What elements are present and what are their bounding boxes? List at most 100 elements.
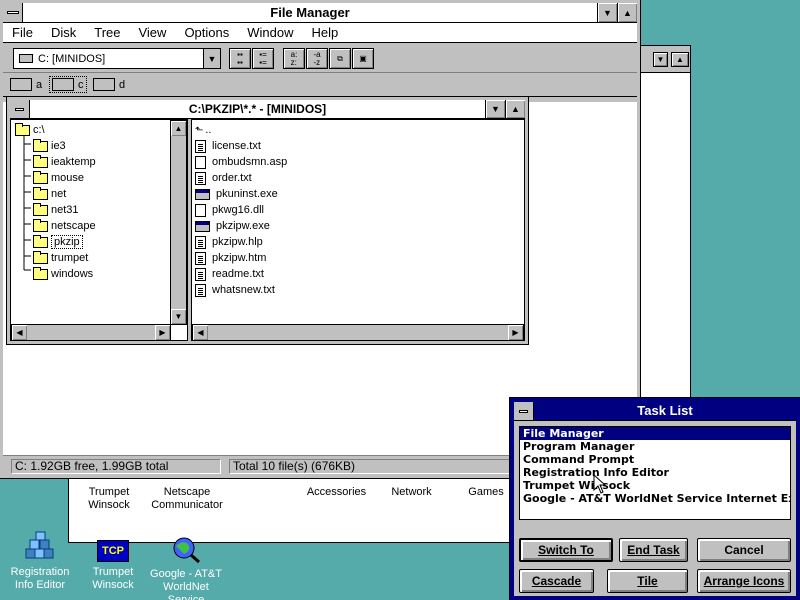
chevron-down-icon[interactable]: ▼ — [653, 51, 668, 67]
folder-icon — [33, 250, 48, 264]
cdrom-drive-icon — [93, 78, 115, 91]
scroll-right-icon[interactable]: ▶ — [155, 325, 170, 340]
scroll-down-icon[interactable]: ▼ — [171, 309, 186, 324]
sort-type-button[interactable]: -a -z — [306, 48, 328, 69]
cancel-button[interactable]: Cancel — [697, 538, 791, 562]
tile-button[interactable]: Tile — [607, 569, 688, 593]
tree-item[interactable]: windows — [33, 266, 93, 282]
tree-item[interactable]: mouse — [33, 170, 84, 186]
program-item-netscape[interactable]: Netscape Communicator — [147, 486, 227, 512]
list-view-icon: ▪▪ ▪▪ — [237, 49, 243, 67]
maximize-button[interactable]: ▲ — [617, 3, 637, 22]
maximize-button[interactable]: ▲ — [505, 100, 525, 118]
cascade-button[interactable]: Cascade — [519, 569, 594, 593]
minimize-button[interactable]: ▼ — [485, 100, 505, 118]
tree-item[interactable]: netscape — [33, 218, 96, 234]
menu-tree[interactable]: Tree — [85, 23, 129, 42]
maximize-icon[interactable]: ▲ — [671, 51, 689, 67]
file-item[interactable]: ⬑.. — [195, 122, 211, 138]
file-manager-titlebar[interactable]: File Manager ▼ ▲ — [3, 3, 637, 23]
menu-disk[interactable]: Disk — [42, 23, 85, 42]
file-list-pane[interactable]: ⬑.. license.txt ombudsmn.asp order.txt p… — [191, 119, 525, 341]
file-item[interactable]: pkzipw.exe — [195, 218, 270, 234]
view-detail-button[interactable]: ▪= ▪= — [252, 48, 274, 69]
file-item[interactable]: pkwg16.dll — [195, 202, 264, 218]
minimize-button[interactable]: ▼ — [597, 3, 617, 22]
directory-window[interactable]: C:\PKZIP\*.* - [MINIDOS] ▼ ▲ c:\ ie3 iea… — [6, 96, 529, 345]
file-item-label: pkzipw.htm — [212, 252, 267, 264]
file-item[interactable]: pkzipw.hlp — [195, 234, 263, 250]
globe-magnifier-icon — [170, 536, 202, 564]
task-listbox[interactable]: File Manager Program Manager Command Pro… — [519, 426, 791, 520]
task-item[interactable]: Registration Info Editor — [520, 466, 790, 479]
program-item-trumpet[interactable]: Trumpet Winsock — [79, 486, 139, 512]
tree-item[interactable]: trumpet — [33, 250, 88, 266]
arrange-icons-button[interactable]: Arrange Icons — [697, 569, 791, 593]
tree-vertical-scrollbar[interactable]: ▲ ▼ — [170, 120, 187, 325]
dropdown-arrow-icon[interactable]: ▼ — [203, 49, 220, 68]
drive-c[interactable]: c — [49, 76, 87, 93]
file-item[interactable]: license.txt — [195, 138, 261, 154]
menu-file[interactable]: File — [3, 23, 42, 42]
program-item-accessories[interactable]: Accessories — [299, 486, 374, 499]
program-item-network[interactable]: Network — [384, 486, 439, 499]
file-item[interactable]: readme.txt — [195, 266, 264, 282]
system-menu-icon[interactable] — [514, 402, 534, 420]
directory-titlebar[interactable]: C:\PKZIP\*.* - [MINIDOS] ▼ ▲ — [10, 100, 525, 119]
switch-to-button[interactable]: Switch To — [519, 538, 613, 562]
file-item[interactable]: pkzipw.htm — [195, 250, 266, 266]
file-item[interactable]: pkuninst.exe — [195, 186, 278, 202]
task-item[interactable]: Command Prompt — [520, 453, 790, 466]
tree-item[interactable]: ie3 — [33, 138, 66, 154]
menu-window[interactable]: Window — [238, 23, 302, 42]
tree-item[interactable]: c:\ — [15, 122, 45, 138]
tree-item[interactable]: net31 — [33, 202, 79, 218]
sort-type-icon: -a -z — [313, 49, 321, 67]
file-item[interactable]: order.txt — [195, 170, 252, 186]
menu-view[interactable]: View — [129, 23, 175, 42]
view-list-button[interactable]: ▪▪ ▪▪ — [229, 48, 251, 69]
task-list-dialog[interactable]: Task List File Manager Program Manager C… — [509, 397, 800, 600]
scroll-left-icon[interactable]: ◀ — [12, 325, 27, 340]
task-item[interactable]: Program Manager — [520, 440, 790, 453]
tree-item[interactable]: net — [33, 186, 66, 202]
scroll-up-icon[interactable]: ▲ — [171, 121, 186, 136]
drive-a[interactable]: a — [10, 76, 42, 93]
registry-cubes-icon — [24, 530, 56, 562]
desktop-icon-google[interactable]: Google - AT&T WorldNet Service — [146, 536, 226, 600]
tree-item-label: mouse — [51, 172, 85, 184]
connect-drive-button[interactable]: ⧉ — [329, 48, 351, 69]
folder-icon — [33, 186, 48, 200]
tree-item[interactable]: ieaktemp — [33, 154, 96, 170]
drive-d[interactable]: d — [93, 76, 125, 93]
sort-name-button[interactable]: a: z: — [283, 48, 305, 69]
file-item[interactable]: ombudsmn.asp — [195, 154, 287, 170]
task-item[interactable]: Google - AT&T WorldNet Service Internet … — [520, 492, 790, 505]
menu-help[interactable]: Help — [303, 23, 348, 42]
end-task-button[interactable]: End Task — [619, 538, 688, 562]
scroll-left-icon[interactable]: ◀ — [193, 325, 208, 340]
program-file-icon — [195, 188, 210, 200]
desktop-icon-registration[interactable]: Registration Info Editor — [0, 530, 80, 592]
drive-letter: c — [78, 78, 84, 91]
program-item-games[interactable]: Games — [461, 486, 511, 499]
desktop-icon-trumpet[interactable]: TCP Trumpet Winsock — [73, 540, 153, 592]
task-item-selected[interactable]: File Manager — [520, 427, 790, 441]
file-horizontal-scrollbar[interactable]: ◀ ▶ — [192, 324, 524, 340]
button-label: Tile — [637, 574, 658, 588]
menu-options[interactable]: Options — [175, 23, 238, 42]
tree-item-selected[interactable]: pkzip — [33, 234, 83, 250]
directory-title: C:\PKZIP\*.* - [MINIDOS] — [188, 102, 327, 116]
background-window[interactable]: ▼ ▲ — [636, 45, 691, 400]
share-button[interactable]: ▣ — [352, 48, 374, 69]
file-item[interactable]: whatsnew.txt — [195, 282, 275, 298]
drive-select[interactable]: C: [MINIDOS] ▼ — [13, 48, 221, 69]
task-list-titlebar[interactable]: Task List — [514, 402, 796, 421]
scroll-right-icon[interactable]: ▶ — [508, 325, 523, 340]
tree-item-label: net31 — [51, 204, 79, 216]
tree-pane[interactable]: c:\ ie3 ieaktemp mouse net net31 netscap… — [10, 119, 188, 341]
task-item[interactable]: Trumpet Winsock — [520, 479, 790, 492]
system-menu-icon[interactable] — [10, 100, 30, 118]
system-menu-icon[interactable] — [3, 3, 23, 22]
tree-horizontal-scrollbar[interactable]: ◀ ▶ — [11, 324, 171, 340]
